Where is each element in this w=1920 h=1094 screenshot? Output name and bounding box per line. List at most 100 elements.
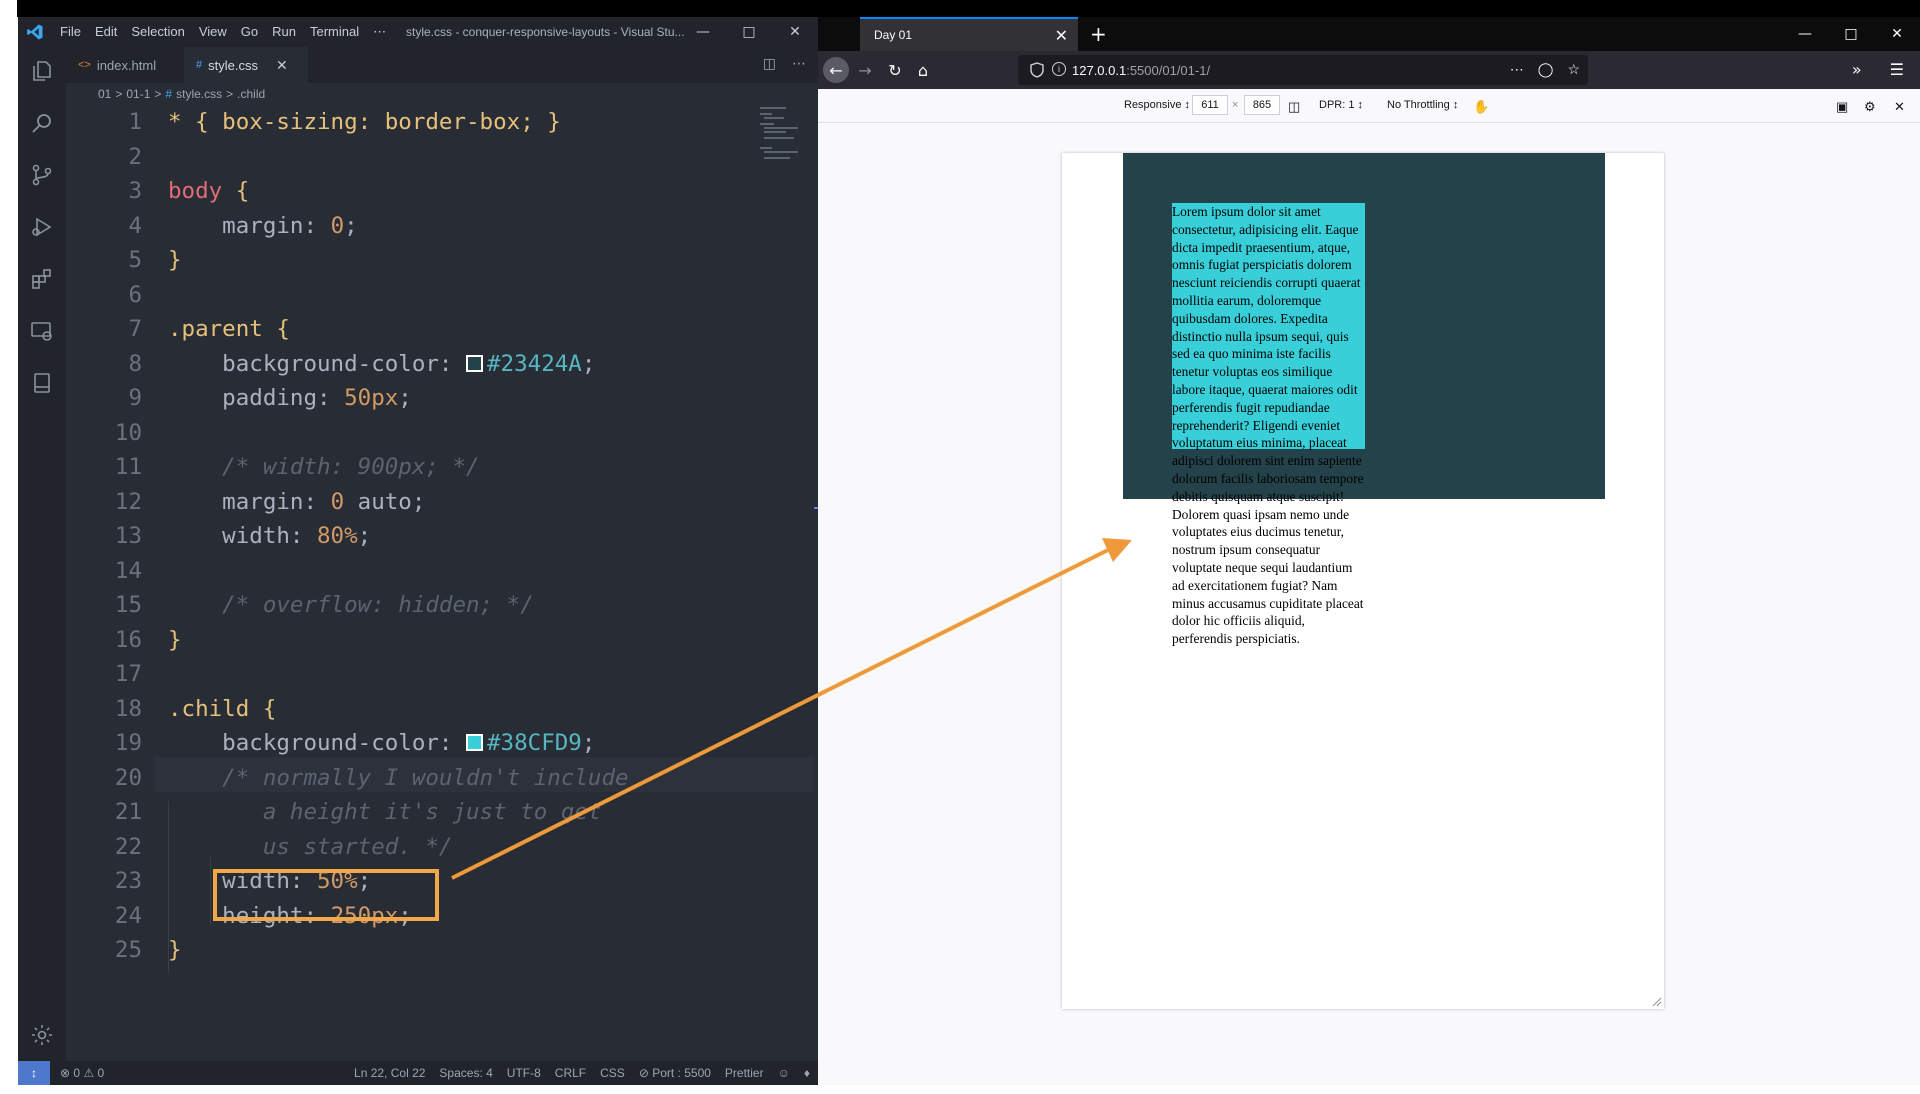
overflow-chevron-icon[interactable]: » xyxy=(1852,60,1862,79)
run-debug-icon[interactable] xyxy=(30,215,54,239)
breadcrumb-symbol[interactable]: .child xyxy=(237,87,265,101)
more-actions-icon[interactable]: ⋯ xyxy=(792,56,806,72)
breadcrumb: 01 > 01-1 > # style.css > .child xyxy=(66,83,818,105)
maximize-icon[interactable]: □ xyxy=(726,17,772,47)
notifications-icon[interactable]: ♦ xyxy=(804,1066,810,1080)
line-number: 13 xyxy=(114,523,142,549)
line-number: 24 xyxy=(114,902,142,929)
device-selector[interactable]: Responsive ↕ xyxy=(1124,99,1190,111)
reload-icon[interactable]: ↻ xyxy=(882,57,908,83)
maximize-icon[interactable]: □ xyxy=(1828,17,1874,51)
code-token: .child xyxy=(168,695,250,722)
encoding[interactable]: UTF-8 xyxy=(507,1066,541,1080)
breadcrumb-sep: > xyxy=(154,87,162,101)
hamburger-menu-icon[interactable]: ☰ xyxy=(1890,60,1904,79)
menu-view[interactable]: View xyxy=(199,24,227,40)
dpr-selector[interactable]: DPR: 1 ↕ xyxy=(1319,99,1363,111)
page-actions-icon[interactable]: ⋯ xyxy=(1510,61,1524,78)
bookmark-icon[interactable] xyxy=(30,371,54,395)
remote-indicator-icon[interactable]: ↕ xyxy=(18,1061,50,1085)
resize-handle-icon[interactable] xyxy=(1650,995,1662,1007)
menu-file[interactable]: File xyxy=(60,24,81,40)
code-editor[interactable]: 1 * { box-sizing: border-box; } 2 3 body {… xyxy=(66,105,818,1061)
live-server-port[interactable]: ⊘ Port : 5500 xyxy=(639,1066,711,1080)
extensions-icon[interactable] xyxy=(30,267,54,291)
code-line-2: 2 xyxy=(66,140,766,175)
viewport-width-input[interactable]: 611 xyxy=(1192,95,1228,115)
back-arrow-icon[interactable]: ← xyxy=(823,57,849,83)
settings-gear-icon[interactable]: ⚙ xyxy=(1864,99,1876,115)
color-swatch[interactable] xyxy=(466,354,484,372)
line-number: 7 xyxy=(128,316,142,342)
breadcrumb-file[interactable]: style.css xyxy=(176,87,222,101)
url-bar[interactable]: i 127.0.0.1:5500/01/01-1/ ⋯ ◯ ☆ xyxy=(1018,55,1588,85)
code-token: /* overflow: hidden; */ xyxy=(168,592,534,618)
menu-go[interactable]: Go xyxy=(241,24,258,40)
minimap[interactable] xyxy=(758,105,806,165)
formatter[interactable]: Prettier xyxy=(725,1066,764,1080)
explorer-icon[interactable] xyxy=(30,59,54,83)
code-token: } xyxy=(168,626,182,653)
viewport-height-input[interactable]: 865 xyxy=(1244,95,1280,115)
code-token: ; xyxy=(581,350,596,377)
menu-edit[interactable]: Edit xyxy=(95,24,117,40)
code-line-15: 15 /* overflow: hidden; */ xyxy=(66,588,766,623)
cursor-position[interactable]: Ln 22, Col 22 xyxy=(354,1066,425,1080)
code-token: background-color: xyxy=(168,350,467,377)
source-control-icon[interactable] xyxy=(30,163,54,187)
minimize-icon[interactable]: — xyxy=(1782,17,1828,51)
remote-explorer-icon[interactable] xyxy=(30,319,54,343)
site-info-icon[interactable]: i xyxy=(1052,62,1066,76)
browser-tab-day-01[interactable]: Day 01 ✕ xyxy=(860,17,1078,51)
rotate-viewport-icon[interactable]: ◫ xyxy=(1288,99,1300,115)
touch-simulation-icon[interactable]: ✋ xyxy=(1473,99,1489,115)
problems-count[interactable]: ⊗ 0 ⚠ 0 xyxy=(60,1066,104,1080)
menu-terminal[interactable]: Terminal xyxy=(310,24,359,40)
code-token: body xyxy=(168,178,223,204)
close-icon[interactable]: ✕ xyxy=(1874,17,1920,51)
code-token: { xyxy=(262,316,290,342)
color-swatch[interactable] xyxy=(466,734,484,751)
end-of-line[interactable]: CRLF xyxy=(555,1066,586,1080)
rendered-page: Lorem ipsum dolor sit amet consectetur, … xyxy=(1062,153,1664,1009)
close-icon[interactable]: ✕ xyxy=(772,17,818,47)
tab-label: style.css xyxy=(208,57,258,73)
code-line-14: 14 xyxy=(66,554,766,589)
activity-bar xyxy=(18,47,66,1061)
breadcrumb-folder[interactable]: 01 xyxy=(98,87,111,101)
vscode-titlebar: File Edit Selection View Go Run Terminal… xyxy=(18,17,818,47)
forward-arrow-icon[interactable]: → xyxy=(852,57,878,83)
language-mode[interactable]: CSS xyxy=(600,1066,625,1080)
close-rdm-icon[interactable]: ✕ xyxy=(1894,99,1905,115)
bookmark-star-icon[interactable]: ☆ xyxy=(1567,61,1580,78)
new-tab-icon[interactable]: + xyxy=(1090,22,1107,46)
search-icon[interactable] xyxy=(30,111,54,135)
vscode-menu-bar: File Edit Selection View Go Run Terminal… xyxy=(60,24,400,40)
settings-gear-icon[interactable] xyxy=(30,1023,54,1047)
menu-more[interactable]: ⋯ xyxy=(373,24,386,40)
code-token: { xyxy=(249,695,277,722)
shield-icon[interactable] xyxy=(1030,62,1044,78)
home-icon[interactable]: ⌂ xyxy=(910,57,936,83)
throttling-selector[interactable]: No Throttling ↕ xyxy=(1387,99,1458,111)
breadcrumb-sep: > xyxy=(226,87,234,101)
tab-close-icon[interactable]: ✕ xyxy=(1055,26,1068,46)
pocket-icon[interactable]: ◯ xyxy=(1538,61,1554,78)
code-token: 0 xyxy=(330,212,345,239)
status-bar: ↕ ⊗ 0 ⚠ 0 Ln 22, Col 22 Spaces: 4 UTF-8 … xyxy=(18,1061,818,1085)
menu-run[interactable]: Run xyxy=(272,24,296,40)
url-host: 127.0.0.1 xyxy=(1072,62,1127,78)
tab-index-html[interactable]: <> index.html xyxy=(66,47,184,83)
code-token: * xyxy=(168,109,182,135)
feedback-icon[interactable]: ☺ xyxy=(778,1066,790,1080)
split-editor-icon[interactable]: ◫ xyxy=(763,56,776,72)
breadcrumb-subfolder[interactable]: 01-1 xyxy=(126,87,150,101)
indentation[interactable]: Spaces: 4 xyxy=(439,1066,492,1080)
screenshot-icon[interactable]: ▣ xyxy=(1836,99,1848,115)
browser-window-controls: — □ ✕ xyxy=(1782,17,1920,51)
line-number: 20 xyxy=(114,764,142,791)
tab-style-css[interactable]: # style.css ✕ xyxy=(184,47,308,83)
menu-selection[interactable]: Selection xyxy=(131,24,184,40)
minimize-icon[interactable]: — xyxy=(680,17,726,47)
tab-close-icon[interactable]: ✕ xyxy=(276,57,288,74)
